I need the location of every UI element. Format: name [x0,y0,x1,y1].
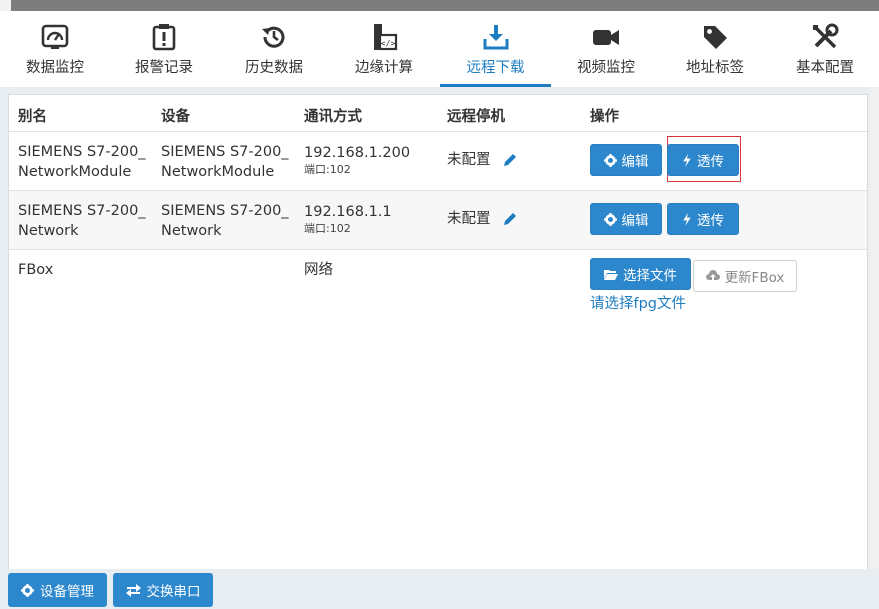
alias-cell: SIEMENS S7-200_ NetworkModule [18,142,146,182]
header-device: 设备 [161,109,190,125]
alias-line: SIEMENS S7-200_ [18,144,146,160]
video-camera-icon [593,30,619,45]
svg-text:</>: </> [381,39,396,48]
passthrough-button[interactable]: 透传 [667,203,739,235]
device-cell: SIEMENS S7-200_ Network [161,201,289,241]
tab-label: 边缘计算 [355,60,413,76]
select-fpg-hint[interactable]: 请选择fpg文件 [590,292,686,313]
table-row: SIEMENS S7-200_ NetworkModule SIEMENS S7… [9,132,867,191]
tab-bar: 数据监控 报警记录 历史数据 </> 边缘计算 远程下载 视频监控 地址标签 基… [0,11,879,87]
code-file-icon: </> [374,24,398,51]
lightning-icon [683,212,691,226]
passthrough-label: 透传 [697,213,724,229]
content-area: 别名 设备 通讯方式 远程停机 操作 SIEMENS S7-200_ Netwo… [0,87,879,569]
window-top-gap [0,0,11,11]
bottom-toolbar: 设备管理 交换串口 [0,569,879,609]
lightning-icon [683,153,691,167]
device-line: SIEMENS S7-200_ [161,144,289,160]
stop-status: 未配置 [447,152,491,168]
tab-label: 远程下载 [466,60,525,76]
header-ops: 操作 [590,109,619,125]
passthrough-button[interactable]: 透传 [667,144,739,176]
ip-address: 192.168.1.1 [304,204,392,220]
update-fbox-label: 更新FBox [724,270,785,286]
edit-pencil-icon[interactable] [502,211,518,227]
swap-arrows-icon [125,583,141,597]
gauge-icon [41,24,69,49]
edit-pencil-icon[interactable] [502,152,518,168]
swap-serial-port-button[interactable]: 交换串口 [113,573,213,607]
header-remote-stop: 远程停机 [447,109,505,125]
tab-label: 历史数据 [245,60,303,76]
gear-icon [603,212,617,226]
edit-label: 编辑 [621,154,649,170]
device-line: Network [161,223,222,239]
stop-status: 未配置 [447,211,491,227]
tools-icon [813,23,839,49]
device-line: NetworkModule [161,164,275,180]
alias-line: Network [18,223,79,239]
edit-button[interactable]: 编辑 [590,203,662,235]
alias-line: SIEMENS S7-200_ [18,203,146,219]
port-text: 端口:102 [304,222,351,235]
header-alias: 别名 [18,109,47,125]
swap-serial-port-label: 交换串口 [146,584,201,600]
table-row: FBox 网络 选择文件 更新FBox 请选择fpg文件 [9,250,867,320]
tab-label: 视频监控 [577,60,635,76]
tab-label: 数据监控 [26,60,84,76]
header-comm: 通讯方式 [304,109,362,125]
ip-address: 192.168.1.200 [304,145,411,161]
device-table-panel: 别名 设备 通讯方式 远程停机 操作 SIEMENS S7-200_ Netwo… [8,94,868,569]
vertical-scrollbar[interactable] [869,87,879,569]
update-fbox-button[interactable]: 更新FBox [693,260,797,292]
folder-open-icon [604,270,618,280]
alias-line: NetworkModule [18,164,132,180]
history-icon [262,26,285,48]
comm-cell: 192.168.1.200 端口:102 [304,143,410,177]
gear-icon [603,153,617,167]
device-management-label: 设备管理 [40,584,94,600]
device-cell: SIEMENS S7-200_ NetworkModule [161,142,289,182]
edit-button[interactable]: 编辑 [590,144,662,176]
tab-video-monitor[interactable]: 视频监控 [561,11,651,87]
fbox-alias: FBox [18,262,54,278]
tab-alarm-records[interactable]: 报警记录 [119,11,209,87]
alarm-clipboard-icon [152,24,176,51]
tab-label: 地址标签 [686,60,744,76]
tag-icon [704,26,727,49]
select-file-button[interactable]: 选择文件 [590,258,691,290]
download-icon [483,25,508,50]
device-management-button[interactable]: 设备管理 [8,573,107,607]
tab-history-data[interactable]: 历史数据 [229,11,319,87]
select-file-label: 选择文件 [623,268,677,284]
cloud-upload-icon [705,270,720,280]
tab-address-tags[interactable]: 地址标签 [670,11,760,87]
edit-label: 编辑 [621,213,649,229]
table-row: SIEMENS S7-200_ Network SIEMENS S7-200_ … [9,191,867,250]
tab-label: 报警记录 [135,60,193,76]
table-header: 别名 设备 通讯方式 远程停机 操作 [9,95,867,132]
port-text: 端口:102 [304,163,351,176]
tab-basic-config[interactable]: 基本配置 [780,11,870,87]
tab-data-monitor[interactable]: 数据监控 [10,11,100,87]
gear-icon [21,583,34,597]
tab-remote-download[interactable]: 远程下载 [440,11,551,87]
window-top-strip [0,0,879,11]
fbox-comm: 网络 [304,262,333,278]
tab-edge-computing[interactable]: </> 边缘计算 [339,11,429,87]
alias-cell: SIEMENS S7-200_ Network [18,201,146,241]
device-line: SIEMENS S7-200_ [161,203,289,219]
tab-label: 基本配置 [796,60,854,76]
passthrough-label: 透传 [697,154,724,170]
comm-cell: 192.168.1.1 端口:102 [304,202,392,236]
